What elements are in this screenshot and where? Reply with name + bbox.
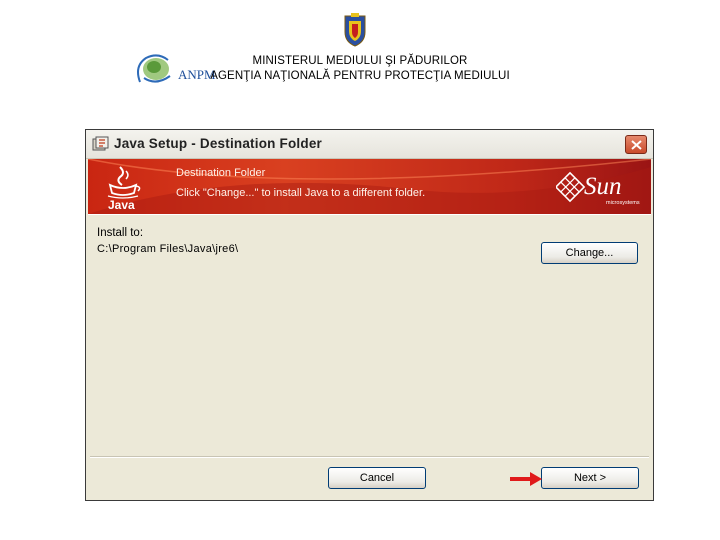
sun-logo-text: Sun [584, 173, 622, 200]
sun-logo-subtext: microsystems [606, 200, 640, 206]
close-button[interactable] [625, 135, 647, 154]
java-logo-icon: Java [107, 166, 141, 211]
install-path-text: C:\Program Files\Java\jre6\ [97, 243, 239, 255]
change-button[interactable]: Change... [541, 242, 638, 264]
close-icon [631, 140, 642, 150]
java-setup-icon [92, 136, 109, 151]
title-bar[interactable]: Java Setup - Destination Folder [86, 130, 653, 159]
java-setup-window: Java Setup - Destination Folder Java Des… [85, 129, 654, 501]
ministry-title: MINISTERUL MEDIULUI ŞI PĂDURILOR [252, 55, 468, 67]
romanian-coat-of-arms-icon [344, 13, 366, 47]
footer-separator [90, 456, 649, 458]
sun-logo-icon: Sun microsystems [556, 171, 640, 206]
install-to-label: Install to: [97, 227, 144, 239]
banner-title: Destination Folder [176, 167, 266, 179]
cancel-button[interactable]: Cancel [328, 467, 426, 489]
banner-subtitle: Click "Change..." to install Java to a d… [176, 187, 426, 199]
window-title: Java Setup - Destination Folder [114, 136, 322, 151]
red-arrow-icon [510, 472, 542, 486]
next-button[interactable]: Next > [541, 467, 639, 489]
header-banner: Java Destination Folder Click "Change...… [88, 159, 651, 215]
java-logo-text: Java [108, 198, 135, 211]
agency-title: AGENŢIA NAŢIONALĂ PENTRU PROTECŢIA MEDIU… [210, 70, 510, 82]
